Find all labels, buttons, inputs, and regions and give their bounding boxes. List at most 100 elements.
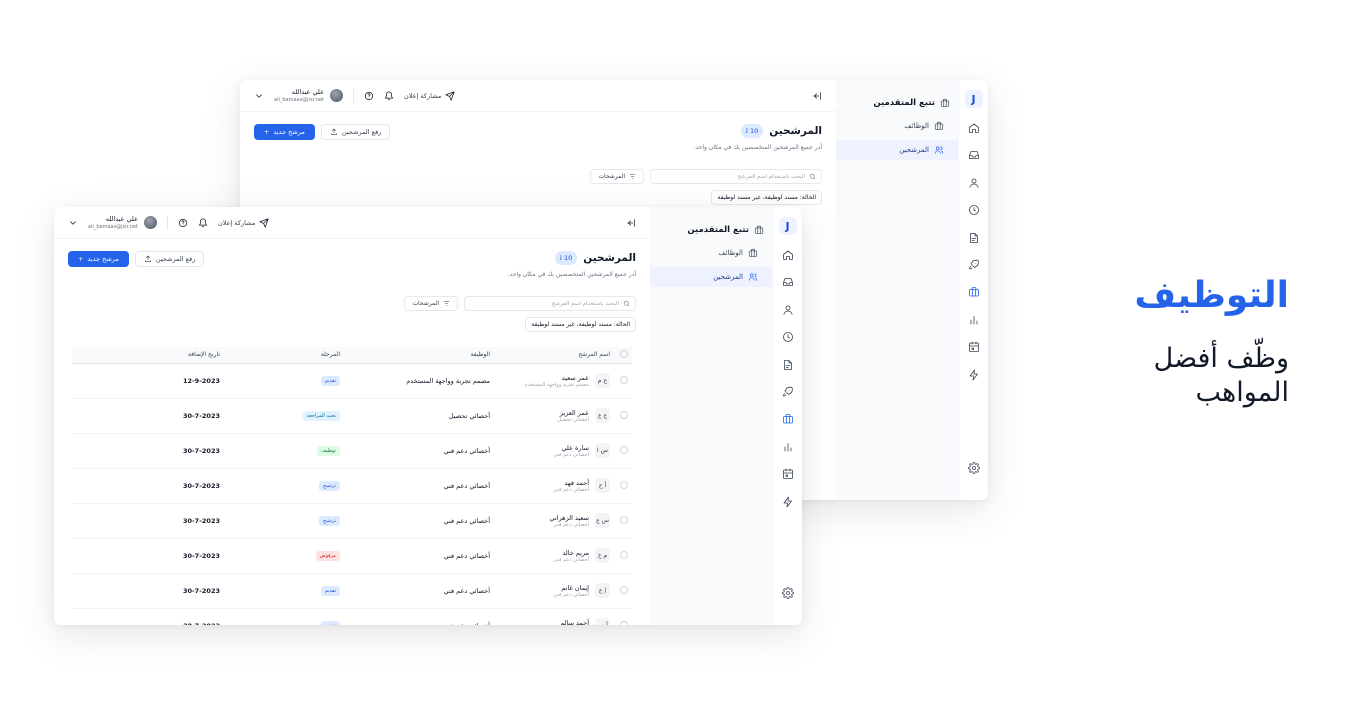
candidate-cell[interactable]: إ غ إيمان غانم أخصائي دعم فني <box>494 573 614 609</box>
document-icon[interactable] <box>779 356 797 374</box>
home-icon[interactable] <box>779 246 797 264</box>
select-all-header[interactable] <box>614 347 632 364</box>
bar-chart-icon[interactable] <box>779 438 797 456</box>
search-input[interactable]: البحث باستخدام اسم المرشح <box>464 296 636 311</box>
filters-button[interactable]: المرشحات <box>590 169 644 184</box>
rocket-icon[interactable] <box>965 256 983 274</box>
settings-icon[interactable] <box>965 459 983 477</box>
row-select[interactable] <box>614 573 632 609</box>
avatar[interactable] <box>143 216 157 229</box>
chevron-down-icon[interactable] <box>254 91 264 101</box>
row-select[interactable] <box>614 468 632 504</box>
stage-badge[interactable]: ترشيح <box>318 480 340 491</box>
candidate-name[interactable]: أحمد سالم <box>553 619 589 626</box>
inbox-icon[interactable] <box>965 146 983 164</box>
home-icon[interactable] <box>965 119 983 137</box>
share-ad-button[interactable]: مشاركة إعلان <box>218 217 269 228</box>
app-logo[interactable]: J <box>964 90 983 108</box>
candidate-name[interactable]: إيمان غانم <box>553 584 589 592</box>
bolt-icon[interactable] <box>965 366 983 384</box>
inbox-icon[interactable] <box>779 273 797 291</box>
candidate-cell[interactable]: ع م عمر سعيد مصمم تجربة وواجهة المستخدم <box>494 363 614 399</box>
share-ad-button[interactable]: مشاركة إعلان <box>404 90 455 101</box>
row-select[interactable] <box>614 433 632 469</box>
row-checkbox[interactable] <box>620 375 628 384</box>
app-logo[interactable]: J <box>778 217 797 235</box>
stage-badge[interactable]: ترشيح <box>318 515 340 526</box>
table-row[interactable]: م خ مريم خالد أخصائي دعم فني أخصائي دعم فني… <box>72 538 632 574</box>
briefcase-icon[interactable] <box>965 283 983 301</box>
table-row[interactable]: أ سأحمد سالمأخصائي دعم فنيأخصائي دعم فني… <box>72 608 632 625</box>
row-checkbox[interactable] <box>620 480 628 489</box>
avatar[interactable] <box>329 89 343 102</box>
candidate-name[interactable]: أحمد فهد <box>553 479 589 487</box>
clock-icon[interactable] <box>779 328 797 346</box>
table-row[interactable]: أ ح أحمد فهد أخصائي دعم فني أخصائي دعم فني ت… <box>72 468 632 504</box>
row-checkbox[interactable] <box>620 445 628 454</box>
candidate-cell[interactable]: م خ مريم خالد أخصائي دعم فني <box>494 538 614 574</box>
row-checkbox[interactable] <box>620 410 628 419</box>
subnav-item-candidates[interactable]: المرشحين <box>650 267 772 287</box>
bolt-icon[interactable] <box>779 493 797 511</box>
table-row[interactable]: س ا سارة علي أخصائي دعم فني أخصائي دعم فني ت… <box>72 433 632 469</box>
subnav-item-jobs[interactable]: الوظائف <box>650 243 772 263</box>
stage-badge[interactable]: تقديم <box>320 375 340 386</box>
collapse-sidebar-icon[interactable] <box>626 218 636 228</box>
candidate-cell[interactable]: س ا سارة علي أخصائي دعم فني <box>494 433 614 469</box>
column-header-stage[interactable]: المرحلة <box>224 347 344 364</box>
stage-badge[interactable]: تحت المراجعة <box>302 410 340 421</box>
calendar-icon[interactable] <box>965 338 983 356</box>
table-row[interactable]: ع ع عمر العزيز أخصائي تحصيل أخصائي تحصيل تحت… <box>72 398 632 434</box>
candidate-name[interactable]: سارة علي <box>553 444 590 452</box>
table-row[interactable]: إ غ إيمان غانم أخصائي دعم فني أخصائي دعم فن… <box>72 573 632 609</box>
upload-candidates-button[interactable]: رفع المرشحين <box>134 251 205 267</box>
new-candidate-button[interactable]: + مرشح جديد <box>254 124 315 140</box>
help-icon[interactable] <box>364 91 374 101</box>
user-menu[interactable]: علي عبدالله ali_bamaas@jisr.net <box>88 215 157 231</box>
candidate-name[interactable]: مريم خالد <box>553 549 589 557</box>
candidate-name[interactable]: سعيد الزهراني <box>550 514 589 522</box>
filters-button[interactable]: المرشحات <box>404 296 458 311</box>
document-icon[interactable] <box>965 229 983 247</box>
user-icon[interactable] <box>965 174 983 192</box>
row-select[interactable] <box>614 503 632 539</box>
stage-badge[interactable]: تقديم <box>320 585 340 596</box>
settings-icon[interactable] <box>779 584 797 602</box>
collapse-sidebar-icon[interactable] <box>812 91 822 101</box>
select-all-checkbox[interactable] <box>620 349 628 358</box>
row-select[interactable] <box>614 538 632 574</box>
table-row[interactable]: ع م عمر سعيد مصمم تجربة وواجهة المستخدم مصم… <box>72 363 632 399</box>
subnav-item-candidates[interactable]: المرشحين <box>836 140 958 160</box>
candidate-name[interactable]: عمر سعيد <box>525 374 589 382</box>
candidate-name[interactable]: عمر العزيز <box>557 409 589 417</box>
bar-chart-icon[interactable] <box>965 311 983 329</box>
candidate-cell[interactable]: س ع سعيد الزهراني أخصائي دعم فني <box>494 503 614 539</box>
briefcase-icon[interactable] <box>779 410 797 428</box>
row-select[interactable] <box>614 608 632 625</box>
bell-icon[interactable] <box>198 217 208 228</box>
search-input[interactable]: البحث باستخدام اسم المرشح <box>650 169 822 184</box>
stage-badge[interactable]: توظيف <box>317 445 340 456</box>
row-select[interactable] <box>614 398 632 434</box>
column-header-date[interactable]: تاريخ الإضافة <box>72 347 224 364</box>
row-checkbox[interactable] <box>620 585 628 594</box>
new-candidate-button[interactable]: + مرشح جديد <box>68 251 129 267</box>
stage-badge[interactable]: تقديم <box>320 620 340 625</box>
candidate-cell[interactable]: أ ح أحمد فهد أخصائي دعم فني <box>494 468 614 504</box>
clock-icon[interactable] <box>965 201 983 219</box>
table-row[interactable]: س ع سعيد الزهراني أخصائي دعم فني أخصائي دعم… <box>72 503 632 539</box>
candidate-cell[interactable]: ع ع عمر العزيز أخصائي تحصيل <box>494 398 614 434</box>
row-checkbox[interactable] <box>620 620 628 625</box>
row-checkbox[interactable] <box>620 515 628 524</box>
column-header-job[interactable]: الوظيفة <box>344 347 494 364</box>
bell-icon[interactable] <box>384 90 394 101</box>
user-menu[interactable]: علي عبدالله ali_bamaas@jisr.net <box>274 88 343 104</box>
status-filter-chip[interactable]: الحالة: مسند لوظيفة، غير مسند لوظيفة <box>711 190 822 205</box>
chevron-down-icon[interactable] <box>68 218 78 228</box>
status-filter-chip[interactable]: الحالة: مسند لوظيفة، غير مسند لوظيفة <box>525 317 636 332</box>
upload-candidates-button[interactable]: رفع المرشحين <box>320 124 391 140</box>
row-checkbox[interactable] <box>620 550 628 559</box>
help-icon[interactable] <box>178 218 188 228</box>
calendar-icon[interactable] <box>779 465 797 483</box>
subnav-item-jobs[interactable]: الوظائف <box>836 116 958 136</box>
